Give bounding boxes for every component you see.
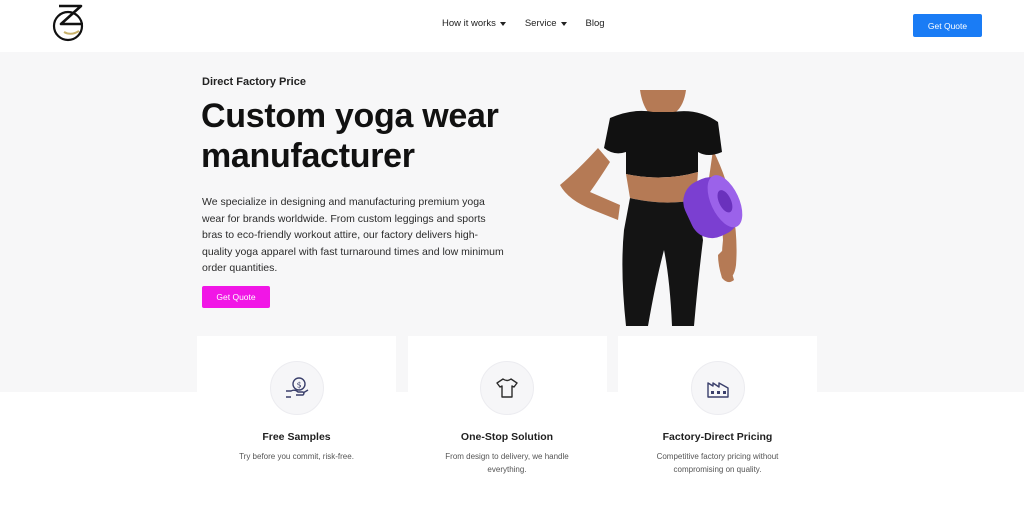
feature-title: Free Samples — [262, 431, 331, 443]
header-get-quote-button[interactable]: Get Quote — [913, 14, 982, 37]
hand-coin-icon: $ — [285, 377, 308, 398]
nav-service[interactable]: Service — [525, 18, 567, 29]
feature-title: One-Stop Solution — [460, 431, 554, 443]
hero-eyebrow: Direct Factory Price — [202, 76, 306, 88]
page: How it works Service Blog Get Quote Dire… — [0, 0, 1024, 514]
tshirt-icon — [496, 378, 518, 398]
svg-text:$: $ — [296, 380, 301, 389]
feature-icon-wrap: $ — [269, 361, 324, 415]
feature-icon-wrap — [690, 361, 745, 415]
feature-text: From design to delivery, we handle every… — [445, 452, 569, 474]
yoga-model-image — [560, 90, 743, 326]
feature-card: Factory-Direct Pricing Competitive facto… — [618, 336, 817, 501]
nav-how-it-works-label: How it works — [442, 18, 496, 29]
factory-icon — [706, 382, 729, 398]
nav-blog-label: Blog — [585, 18, 605, 29]
feature-card: $ Free Samples Try before you commit, ri… — [197, 336, 396, 501]
nav-service-label: Service — [524, 18, 557, 29]
hero-headline-line2: manufacturer — [201, 137, 415, 175]
feature-title: Factory-Direct Pricing — [662, 431, 773, 443]
site-header: How it works Service Blog Get Quote — [0, 0, 1024, 52]
feature-text: Competitive factory pricing without comp… — [656, 452, 779, 474]
nav-blog[interactable]: Blog — [586, 18, 605, 29]
feature-card: One-Stop Solution From design to deliver… — [407, 336, 607, 501]
hero-get-quote-button[interactable]: Get Quote — [202, 286, 270, 308]
main-nav: How it works Service Blog — [442, 18, 624, 29]
hero-description: We specialize in designing and manufactu… — [202, 196, 504, 275]
brand-logo[interactable] — [51, 2, 89, 42]
caret-down-icon — [560, 21, 567, 26]
nav-how-it-works[interactable]: How it works — [442, 18, 506, 29]
feature-icon-wrap — [480, 361, 534, 415]
hero-headline: Custom yoga wear manufacturer — [201, 96, 531, 176]
caret-down-icon — [499, 21, 506, 26]
feature-text: Try before you commit, risk-free. — [239, 452, 354, 461]
hero-headline-line1: Custom yoga wear — [201, 97, 499, 135]
features-row: $ Free Samples Try before you commit, ri… — [197, 336, 817, 501]
